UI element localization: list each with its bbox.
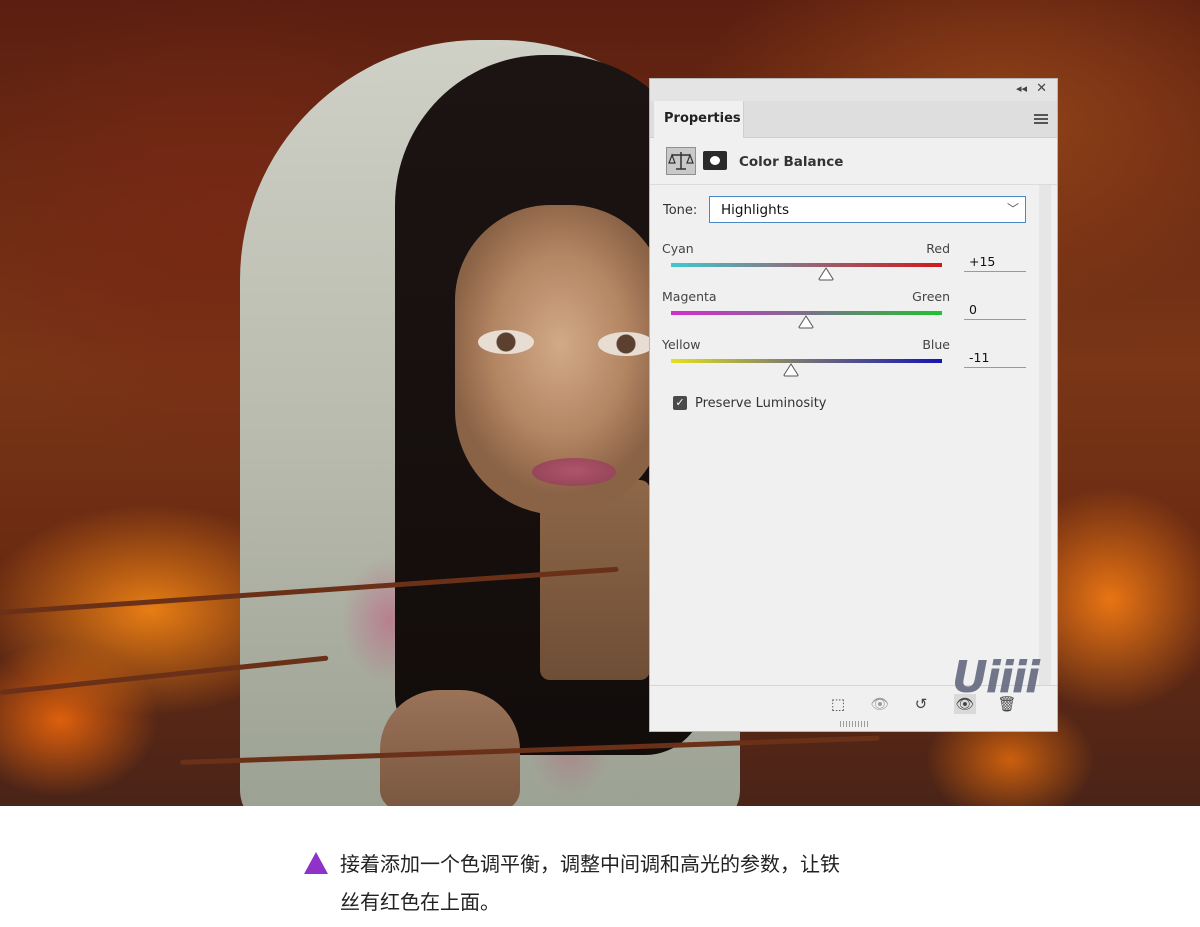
magenta-green-value-field[interactable]: 0 <box>964 299 1026 320</box>
preserve-luminosity-label: Preserve Luminosity <box>695 396 827 411</box>
caption-line-2: 丝有红色在上面。 <box>340 890 500 914</box>
watermark-logo: Uiiii <box>952 652 1040 703</box>
yellow-blue-value: -11 <box>969 350 990 365</box>
blue-label: Blue <box>922 337 950 352</box>
cyan-label: Cyan <box>662 241 694 256</box>
panel-titlebar[interactable]: ◂◂ ✕ <box>650 79 1057 102</box>
green-label: Green <box>912 289 950 304</box>
scrollbar[interactable] <box>1039 185 1051 685</box>
preserve-luminosity-checkbox[interactable]: ✓ <box>673 396 687 410</box>
caption-line-1: 接着添加一个色调平衡，调整中间调和高光的参数，让铁 <box>340 852 840 876</box>
cyan-red-slider-thumb[interactable] <box>818 267 834 281</box>
layer-mask-icon[interactable] <box>703 151 727 170</box>
magenta-label: Magenta <box>662 289 717 304</box>
close-icon[interactable]: ✕ <box>1036 81 1047 96</box>
properties-panel: ◂◂ ✕ Properties Color Balance Tone: High… <box>649 78 1058 732</box>
panel-menu-icon[interactable] <box>1034 114 1048 124</box>
right-eye <box>598 332 654 356</box>
view-previous-state-icon[interactable]: 👁 <box>869 694 891 714</box>
left-eye <box>478 330 534 354</box>
tab-properties[interactable]: Properties <box>654 101 744 138</box>
yellow-blue-track[interactable] <box>671 359 942 363</box>
reset-icon[interactable]: ↺ <box>910 694 932 714</box>
magenta-green-slider-thumb[interactable] <box>798 315 814 329</box>
red-label: Red <box>926 241 950 256</box>
resize-grip[interactable] <box>840 721 868 727</box>
cyan-red-track[interactable] <box>671 263 942 267</box>
yellow-label: Yellow <box>662 337 701 352</box>
tab-strip: Properties <box>650 101 1057 138</box>
chevron-down-icon: ﹀ <box>1006 202 1019 216</box>
collapse-icon[interactable]: ◂◂ <box>1016 82 1027 95</box>
panel-title: Color Balance <box>739 154 844 170</box>
balance-scale-icon[interactable] <box>666 147 696 175</box>
clip-to-layer-icon[interactable]: ⬚ <box>827 694 849 714</box>
tone-value: Highlights <box>721 202 789 218</box>
yellow-blue-value-field[interactable]: -11 <box>964 347 1026 368</box>
cyan-red-value: +15 <box>969 254 996 269</box>
tab-properties-label: Properties <box>664 111 741 126</box>
tone-dropdown[interactable]: Highlights ﹀ <box>709 196 1026 223</box>
lips <box>532 458 616 486</box>
adjustment-header: Color Balance <box>650 138 1057 185</box>
triangle-bullet-icon <box>304 852 328 874</box>
magenta-green-value: 0 <box>969 302 977 317</box>
yellow-blue-slider-thumb[interactable] <box>783 363 799 377</box>
cyan-red-value-field[interactable]: +15 <box>964 251 1026 272</box>
tone-label: Tone: <box>663 203 698 218</box>
